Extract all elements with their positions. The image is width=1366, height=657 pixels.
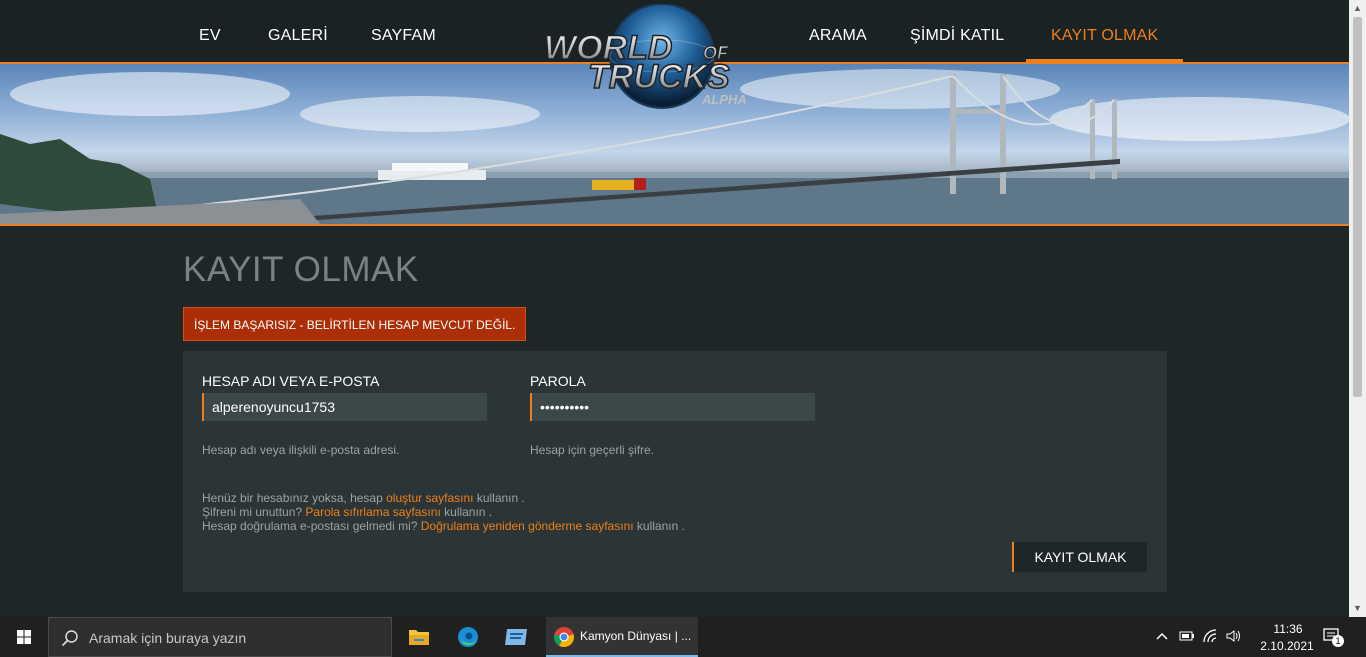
clock-date[interactable]: 2.10.2021	[1252, 639, 1322, 653]
file-explorer-button[interactable]	[395, 617, 443, 657]
scroll-thumb[interactable]	[1353, 17, 1362, 397]
edge-button[interactable]	[444, 617, 492, 657]
page-title: KAYIT OLMAK	[183, 250, 419, 289]
resend-verification-link[interactable]: Doğrulama yeniden gönderme sayfasını	[421, 519, 634, 533]
network-button[interactable]	[1203, 629, 1219, 648]
battery-icon	[1179, 631, 1194, 641]
show-hidden-icons-button[interactable]	[1155, 629, 1169, 648]
reset-password-link[interactable]: Parola sıfırlama sayfasını	[305, 505, 440, 519]
logo-text-alpha: ALPHA	[701, 92, 747, 107]
username-label: HESAP ADI VEYA E-POSTA	[202, 373, 380, 389]
create-account-link[interactable]: oluştur sayfasını	[386, 491, 473, 505]
taskbar-search-box[interactable]: Aramak için buraya yazın	[48, 617, 392, 657]
notifications-button[interactable]: 1	[1322, 627, 1346, 649]
edge-icon	[458, 627, 478, 647]
scroll-up-icon[interactable]: ▲	[1349, 0, 1366, 17]
username-input[interactable]	[202, 393, 487, 421]
search-icon	[61, 630, 78, 647]
clock-time[interactable]: 11:36	[1266, 622, 1310, 636]
search-placeholder: Aramak için buraya yazın	[89, 630, 247, 646]
nav-search[interactable]: ARAMA	[809, 0, 867, 62]
chrome-window-title: Kamyon Dünyası | ...	[580, 629, 692, 643]
windows-icon	[17, 630, 31, 644]
windows-taskbar: Aramak için buraya yazın Kamyon Dünyası …	[0, 617, 1366, 657]
nav-home[interactable]: EV	[199, 0, 221, 62]
register-submit-button[interactable]: KAYIT OLMAK	[1012, 542, 1147, 572]
username-hint: Hesap adı veya ilişkili e-posta adresi.	[202, 443, 400, 457]
volume-button[interactable]	[1226, 629, 1242, 648]
password-label: PAROLA	[530, 373, 586, 389]
speaker-icon	[1226, 630, 1240, 642]
nav-join-now[interactable]: ŞİMDİ KATIL	[910, 0, 1004, 62]
info-reset-password: Şifreni mi unuttun? Parola sıfırlama say…	[202, 505, 493, 519]
world-of-trucks-logo[interactable]: WORLD OF TRUCKS ALPHA	[540, 3, 785, 114]
chrome-taskbar-button[interactable]: Kamyon Dünyası | ...	[546, 617, 698, 657]
login-form-panel: HESAP ADI VEYA E-POSTA Hesap adı veya il…	[183, 351, 1167, 592]
battery-button[interactable]	[1179, 629, 1195, 648]
page-scrollbar[interactable]: ▲ ▼	[1349, 0, 1366, 617]
wifi-icon	[1203, 629, 1217, 643]
info-resend-verification: Hesap doğrulama e-postası gelmedi mi? Do…	[202, 519, 685, 533]
nav-register[interactable]: KAYIT OLMAK	[1026, 0, 1184, 62]
nav-my-page[interactable]: SAYFAM	[371, 0, 436, 62]
scroll-down-icon[interactable]: ▼	[1349, 600, 1366, 617]
nav-gallery[interactable]: GALERİ	[268, 0, 328, 62]
password-hint: Hesap için geçerli şifre.	[530, 443, 655, 457]
chrome-icon	[554, 627, 574, 648]
error-message: İŞLEM BAŞARISIZ - BELİRTİLEN HESAP MEVCU…	[183, 307, 527, 341]
app-button[interactable]	[493, 617, 541, 657]
logo-text-trucks: TRUCKS	[588, 58, 730, 96]
start-button[interactable]	[0, 617, 48, 657]
info-create-account: Henüz bir hesabınız yoksa, hesap oluştur…	[202, 491, 525, 505]
app-window-icon	[505, 629, 527, 645]
notification-count-badge: 1	[1332, 635, 1344, 647]
file-explorer-icon	[409, 630, 429, 645]
password-input[interactable]	[530, 393, 815, 421]
chevron-up-icon	[1156, 632, 1168, 640]
